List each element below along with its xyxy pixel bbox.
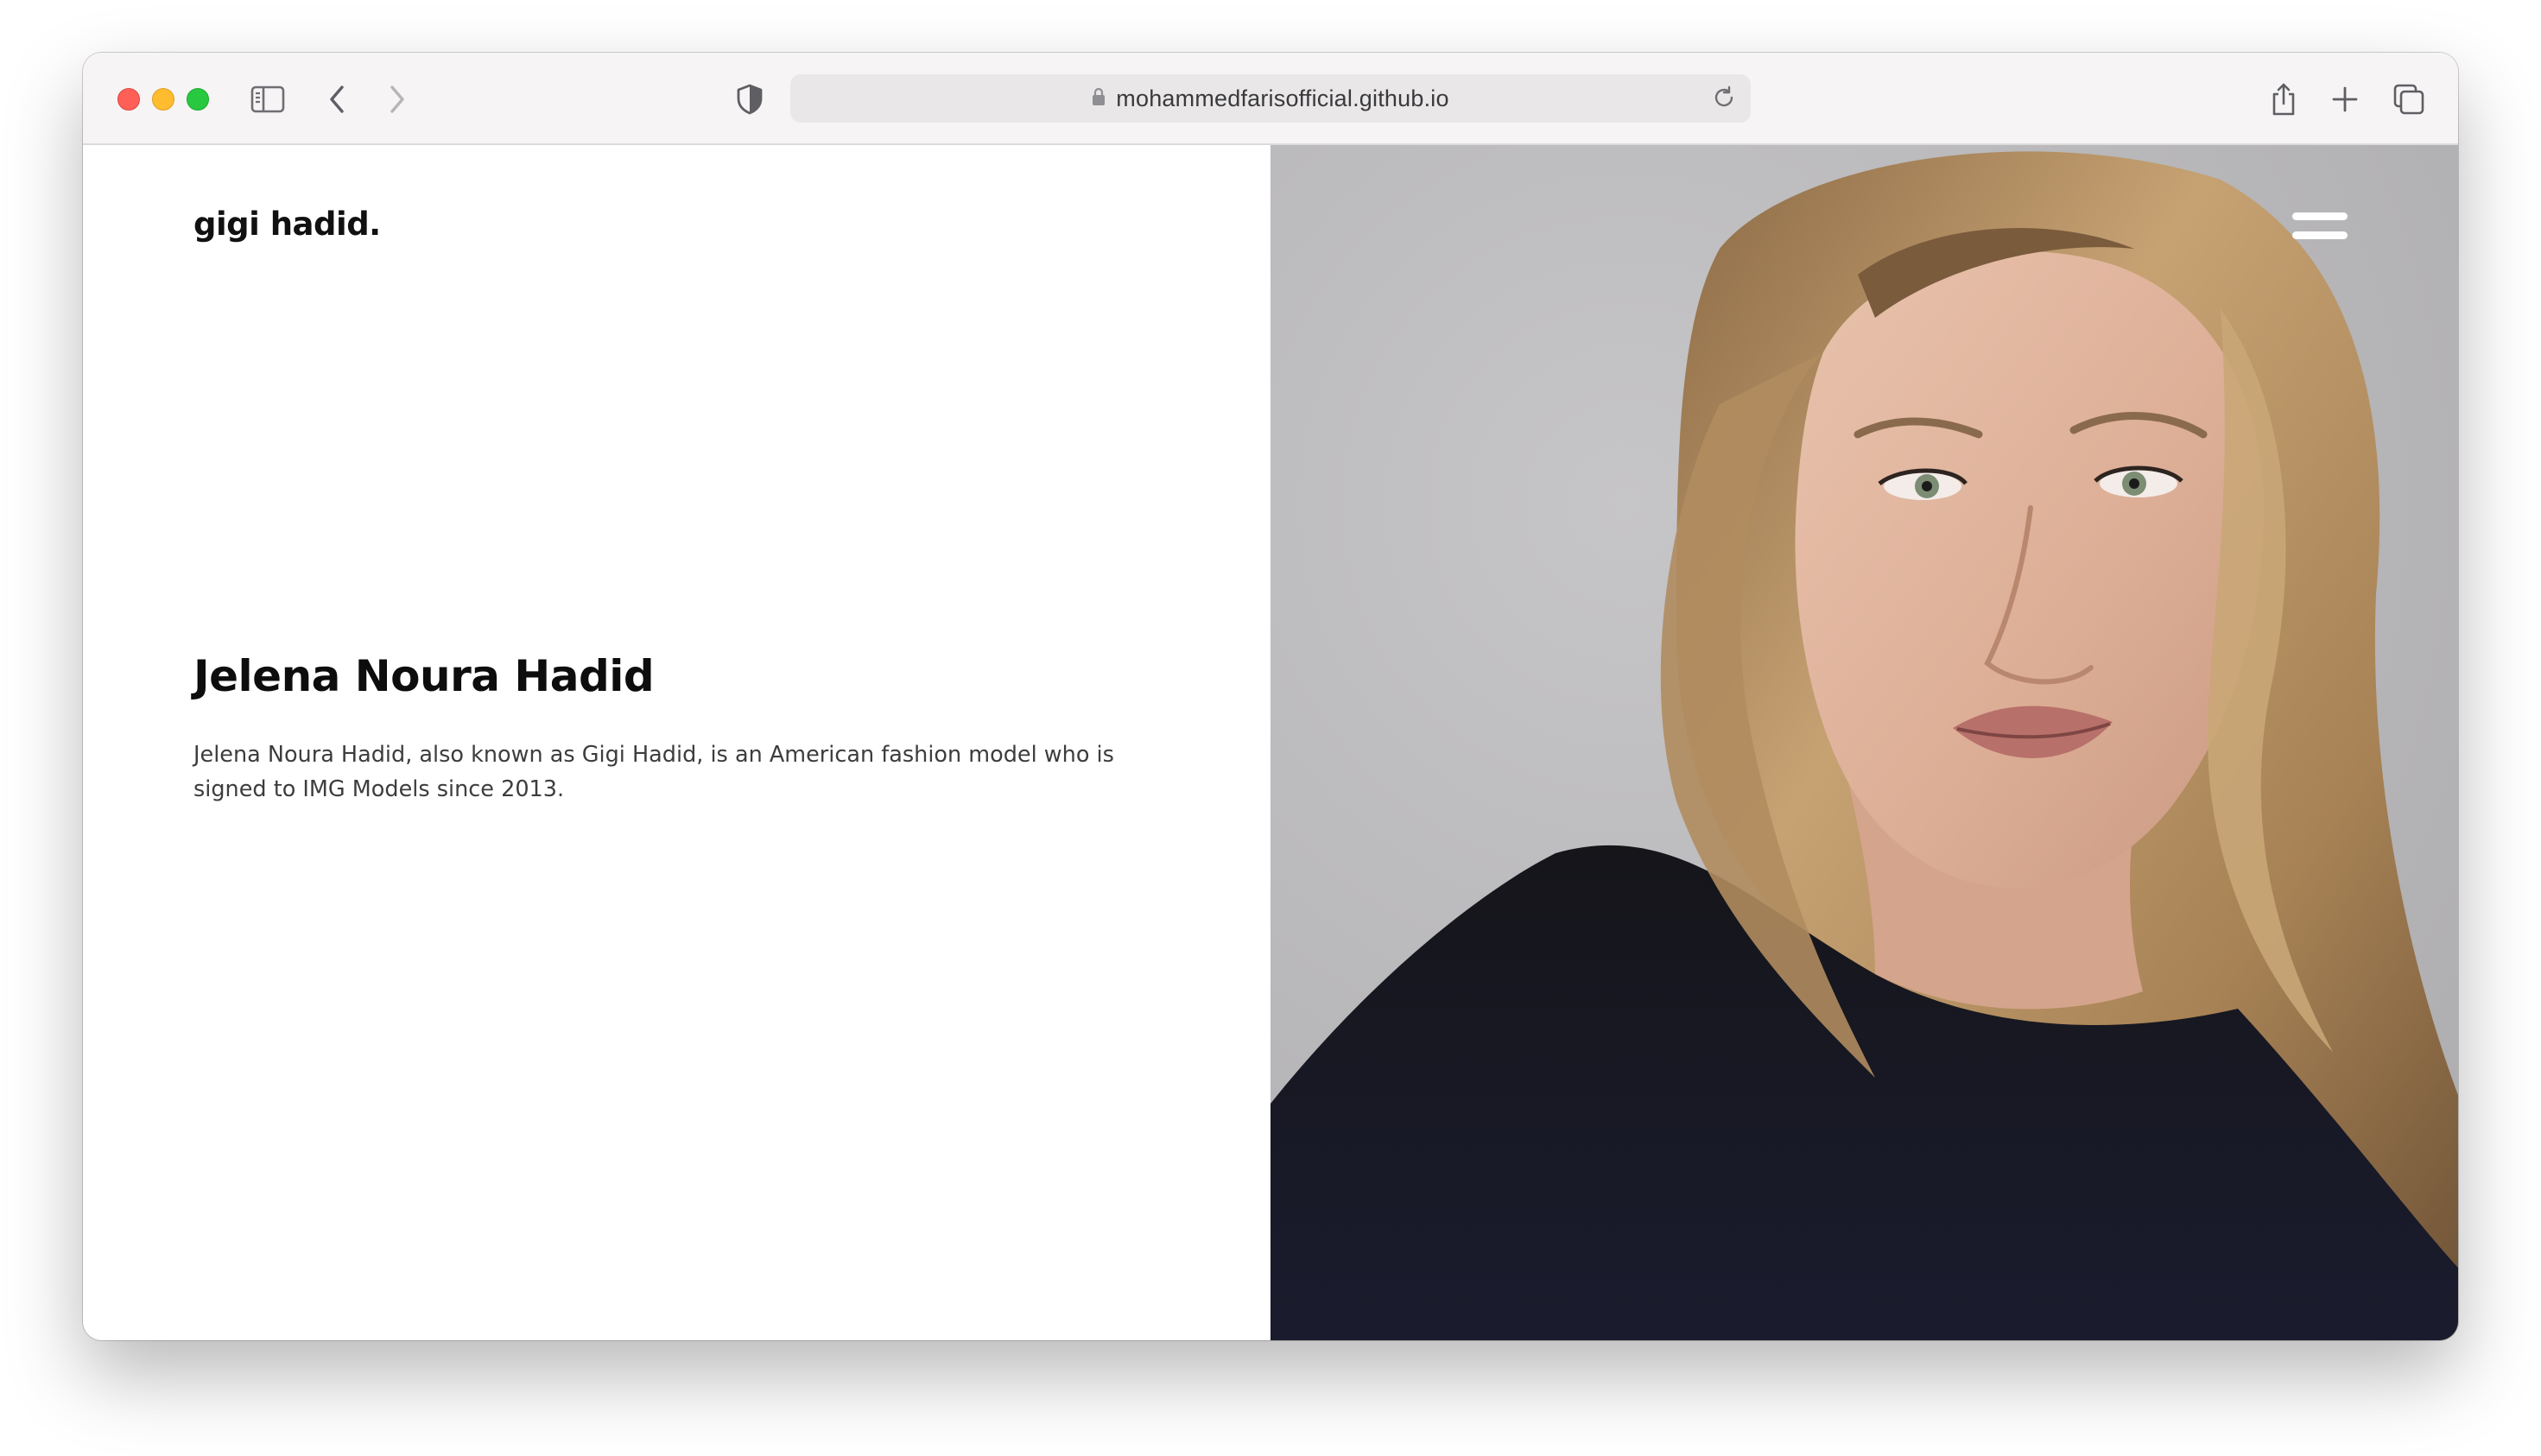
- hero-portrait: [1270, 145, 2458, 1340]
- back-icon[interactable]: [316, 79, 358, 120]
- address-bar[interactable]: mohammedfarisofficial.github.io: [790, 74, 1751, 123]
- url-text: mohammedfarisofficial.github.io: [1116, 85, 1449, 111]
- portrait-illustration: [1270, 145, 2458, 1340]
- sidebar-icon[interactable]: [247, 79, 288, 120]
- shield-icon[interactable]: [729, 79, 770, 120]
- browser-window: mohammedfarisofficial.github.io gigi had…: [83, 53, 2458, 1340]
- close-window-button[interactable]: [117, 88, 140, 111]
- intro-description: Jelena Noura Hadid, also known as Gigi H…: [193, 742, 1114, 802]
- zoom-window-button[interactable]: [187, 88, 209, 111]
- tab-overview-icon[interactable]: [2388, 79, 2430, 120]
- minimize-window-button[interactable]: [152, 88, 174, 111]
- lock-icon: [1092, 85, 1106, 112]
- site-logo[interactable]: gigi hadid.: [193, 206, 381, 243]
- page-title: Jelena Noura Hadid: [193, 651, 655, 701]
- forward-icon[interactable]: [377, 79, 418, 120]
- share-icon[interactable]: [2263, 79, 2304, 120]
- new-tab-icon[interactable]: [2324, 79, 2366, 120]
- browser-toolbar: mohammedfarisofficial.github.io: [83, 53, 2458, 145]
- web-page: gigi hadid. Jelena Noura Hadid Jelena No…: [83, 145, 2458, 1340]
- reload-icon[interactable]: [1711, 85, 1737, 115]
- hamburger-menu-icon[interactable]: [2292, 212, 2348, 247]
- intro-panel: gigi hadid. Jelena Noura Hadid Jelena No…: [83, 145, 1270, 1340]
